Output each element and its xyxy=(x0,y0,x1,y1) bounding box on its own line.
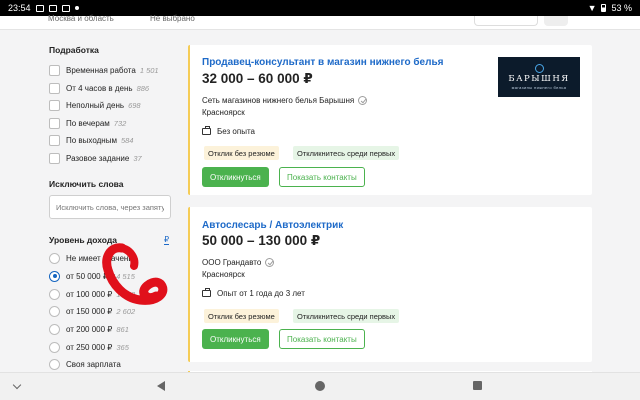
vacancy-experience: Без опыта xyxy=(202,126,255,136)
filter-count: 886 xyxy=(136,83,150,93)
filter-4-hours[interactable]: От 4 часов в день 886 xyxy=(49,82,149,94)
radio[interactable] xyxy=(49,341,60,353)
vacancy-city: Красноярск xyxy=(202,270,245,279)
radio[interactable] xyxy=(49,252,60,264)
radio[interactable] xyxy=(49,323,60,335)
header-icon-button[interactable] xyxy=(544,16,568,26)
respond-button[interactable]: Откликнуться xyxy=(202,329,269,349)
system-nav-bar xyxy=(0,372,640,400)
employer-logo[interactable]: БАРЫШНЯ магазины нижнего белья xyxy=(498,57,580,97)
vacancy-experience: Опыт от 1 года до 3 лет xyxy=(202,288,305,298)
radio[interactable] xyxy=(49,358,60,370)
clock: 23:54 xyxy=(8,3,31,13)
employer-name[interactable]: ООО Грандавто xyxy=(202,258,261,267)
filter-count: 1 501 xyxy=(139,65,159,75)
verified-icon xyxy=(358,96,368,105)
checkbox[interactable] xyxy=(49,117,60,129)
filter-count: 37 xyxy=(133,153,142,163)
vacancy-card: Автослесарь / Автоэлектрик 50 000 – 130 … xyxy=(188,207,592,362)
red-scribble-annotation xyxy=(102,243,168,305)
employer-name[interactable]: Сеть магазинов нижнего белья Барышня xyxy=(202,96,354,105)
income-label: Своя зарплата xyxy=(66,359,121,369)
filter-count: 698 xyxy=(128,100,141,110)
page-header: Москва и область Не выбрано xyxy=(0,14,640,30)
notification-icon xyxy=(35,4,44,12)
battery-level: 53 % xyxy=(611,3,632,13)
filter-label: По выходным xyxy=(66,135,117,145)
youtube-icon xyxy=(48,4,57,12)
tag-no-resume: Отклик без резюме xyxy=(204,309,279,323)
logo-name: БАРЫШНЯ xyxy=(508,74,570,84)
verified-icon xyxy=(265,258,275,267)
filter-weekends[interactable]: По выходным 584 xyxy=(49,134,133,146)
experience-text: Опыт от 1 года до 3 лет xyxy=(217,289,305,298)
filter-label: Разовое задание xyxy=(66,153,130,163)
exclude-words-field[interactable] xyxy=(49,195,171,219)
filter-count: 732 xyxy=(113,118,127,128)
home-icon[interactable] xyxy=(315,381,325,391)
vacancy-salary: 32 000 – 60 000 ₽ xyxy=(202,71,313,86)
filter-label: Временная работа xyxy=(66,65,136,75)
checkbox[interactable] xyxy=(49,64,60,76)
radio[interactable] xyxy=(49,288,60,300)
work-type-title: Подработка xyxy=(49,45,99,55)
show-contacts-button[interactable]: Показать контакты xyxy=(279,329,365,349)
more-notifications-icon xyxy=(74,6,79,10)
vacancy-title-link[interactable]: Продавец-консультант в магазин нижнего б… xyxy=(202,57,443,68)
income-count: 365 xyxy=(116,342,129,352)
vacancy-employer[interactable]: Сеть магазинов нижнего белья Барышня xyxy=(202,96,368,105)
tag-be-first: Откликнитесь среди первых xyxy=(293,309,400,323)
vacancy-title-link[interactable]: Автослесарь / Автоэлектрик xyxy=(202,220,343,231)
exclude-words-input[interactable] xyxy=(50,196,170,218)
briefcase-icon xyxy=(202,288,211,297)
back-icon[interactable] xyxy=(157,381,165,391)
experience-text: Без опыта xyxy=(217,127,255,136)
filter-label: От 4 часов в день xyxy=(66,83,133,93)
income-label: от 200 000 ₽ xyxy=(66,324,113,334)
checkbox[interactable] xyxy=(49,134,60,146)
filter-count: 584 xyxy=(120,135,134,145)
respond-button[interactable]: Откликнуться xyxy=(202,167,269,187)
exclude-words-title: Исключить слова xyxy=(49,179,124,189)
logo-tagline: магазины нижнего белья xyxy=(511,85,567,90)
vacancy-employer[interactable]: ООО Грандавто xyxy=(202,258,275,267)
checkbox[interactable] xyxy=(49,152,60,164)
tag-no-resume: Отклик без резюме xyxy=(204,146,279,160)
briefcase-icon xyxy=(202,126,211,135)
income-option-custom[interactable]: Своя зарплата xyxy=(49,358,121,370)
wifi-icon: ▼ xyxy=(587,3,597,13)
mail-icon xyxy=(61,4,70,12)
vacancy-salary: 50 000 – 130 000 ₽ xyxy=(202,233,321,248)
filter-part-time[interactable]: Неполный день 698 xyxy=(49,99,141,111)
battery-icon xyxy=(601,4,607,12)
radio[interactable] xyxy=(49,305,60,317)
schedule-select[interactable]: Не выбрано xyxy=(150,14,195,23)
income-count: 861 xyxy=(116,324,129,334)
vacancy-card: Продавец-консультант в магазин нижнего б… xyxy=(188,45,592,195)
filter-evenings[interactable]: По вечерам 732 xyxy=(49,117,126,129)
filter-temporary-work[interactable]: Временная работа 1 501 xyxy=(49,64,159,76)
tag-be-first: Откликнитесь среди первых xyxy=(293,146,400,160)
filter-one-time-task[interactable]: Разовое задание 37 xyxy=(49,152,142,164)
income-option-200000[interactable]: от 200 000 ₽ 861 xyxy=(49,323,129,335)
radio-selected[interactable] xyxy=(49,270,60,282)
checkbox[interactable] xyxy=(49,99,60,111)
recent-apps-icon[interactable] xyxy=(473,381,482,390)
income-label: от 250 000 ₽ xyxy=(66,342,113,352)
header-button[interactable] xyxy=(474,16,538,26)
filters-sidebar: Подработка Временная работа 1 501 От 4 ч… xyxy=(48,30,174,370)
checkbox[interactable] xyxy=(49,82,60,94)
filter-label: По вечерам xyxy=(66,118,110,128)
chevron-down-icon[interactable] xyxy=(12,380,22,390)
logo-mark-icon xyxy=(534,64,544,73)
show-contacts-button[interactable]: Показать контакты xyxy=(279,167,365,187)
filter-label: Неполный день xyxy=(66,100,125,110)
vacancy-city: Красноярск xyxy=(202,108,245,117)
region-select[interactable]: Москва и область xyxy=(48,14,114,23)
income-option-250000[interactable]: от 250 000 ₽ 365 xyxy=(49,341,129,353)
